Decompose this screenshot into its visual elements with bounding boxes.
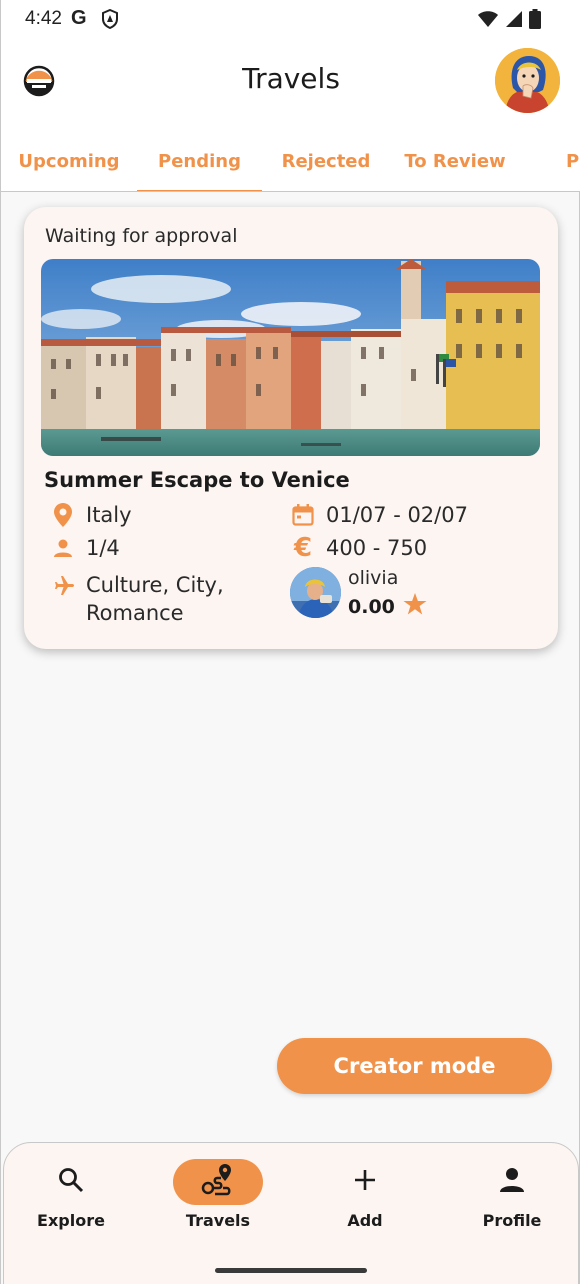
location-pin-icon (50, 501, 76, 529)
status-bar: 4:42 G (1, 0, 580, 38)
nav-add[interactable]: Add (295, 1159, 435, 1239)
tab-label: Rejected (281, 150, 371, 172)
dates-text: 01/07 - 02/07 (326, 503, 468, 527)
tab-rejected[interactable]: Rejected (262, 130, 390, 191)
creator-info[interactable]: olivia 0.00 (290, 567, 427, 618)
battery-icon (529, 9, 541, 33)
travel-status-tabs: Upcoming Pending Rejected To Review P (1, 130, 580, 192)
price-info: € 400 - 750 (290, 534, 427, 562)
tab-upcoming[interactable]: Upcoming (1, 130, 137, 191)
route-icon (201, 1164, 235, 1200)
tab-pending[interactable]: Pending (137, 130, 262, 191)
dates-info: 01/07 - 02/07 (290, 501, 468, 529)
nav-icon-container (173, 1159, 263, 1205)
status-time: 4:42 (25, 8, 62, 29)
price-text: 400 - 750 (326, 536, 428, 560)
location-info: Italy (50, 501, 132, 529)
categories-line: Culture, City, (86, 573, 224, 597)
nav-icon-container (26, 1159, 116, 1205)
calendar-icon (290, 501, 316, 529)
tab-label: Upcoming (18, 150, 120, 172)
app-header: Travels (1, 38, 580, 130)
tab-label: Pending (158, 150, 241, 172)
categories-line: Romance (86, 601, 184, 625)
creator-name: olivia (348, 567, 399, 589)
wifi-icon (477, 10, 499, 32)
nav-label: Travels (185, 1211, 251, 1230)
creator-mode-button[interactable]: Creator mode (277, 1038, 552, 1094)
nav-label: Profile (482, 1211, 542, 1230)
search-icon (58, 1167, 84, 1197)
plus-icon (353, 1168, 377, 1196)
approval-status: Waiting for approval (45, 225, 238, 247)
creator-avatar[interactable] (290, 567, 341, 618)
signal-icon (505, 10, 523, 32)
nav-label: Add (347, 1211, 383, 1230)
participants-text: 1/4 (86, 536, 120, 560)
travel-card[interactable]: Waiting for approval Summer Escape to Ve… (24, 207, 558, 649)
euro-icon: € (293, 533, 313, 563)
location-text: Italy (86, 503, 132, 527)
profile-avatar[interactable] (495, 48, 560, 113)
rating-value: 0.00 (348, 596, 395, 618)
google-icon: G (71, 7, 87, 29)
tab-to-review[interactable]: To Review (390, 130, 520, 191)
tab-label: P (566, 150, 580, 172)
travel-title: Summer Escape to Venice (44, 468, 350, 492)
categories-text: Culture, City, Romance (86, 571, 224, 627)
participants-info: 1/4 (50, 534, 120, 562)
tab-partial[interactable]: P (520, 130, 580, 191)
nav-label: Explore (37, 1211, 105, 1230)
creator-rating: 0.00 (348, 593, 427, 621)
status-icons (477, 9, 541, 33)
travel-image (41, 259, 540, 456)
bottom-navigation: Explore Travels Add Profile (3, 1142, 579, 1284)
page-title: Travels (242, 62, 340, 95)
airplane-icon (50, 571, 76, 599)
nav-icon-container (467, 1159, 557, 1205)
tab-label: To Review (404, 150, 506, 172)
person-icon (50, 534, 76, 562)
star-icon (403, 593, 427, 621)
categories-info: Culture, City, Romance (50, 571, 224, 627)
gesture-bar[interactable] (215, 1268, 367, 1273)
shield-icon (101, 8, 119, 33)
nav-icon-container (320, 1159, 410, 1205)
person-icon (499, 1167, 525, 1197)
nav-explore[interactable]: Explore (1, 1159, 141, 1239)
nav-profile[interactable]: Profile (442, 1159, 580, 1239)
nav-travels[interactable]: Travels (148, 1159, 288, 1239)
active-tab-indicator (137, 190, 262, 191)
